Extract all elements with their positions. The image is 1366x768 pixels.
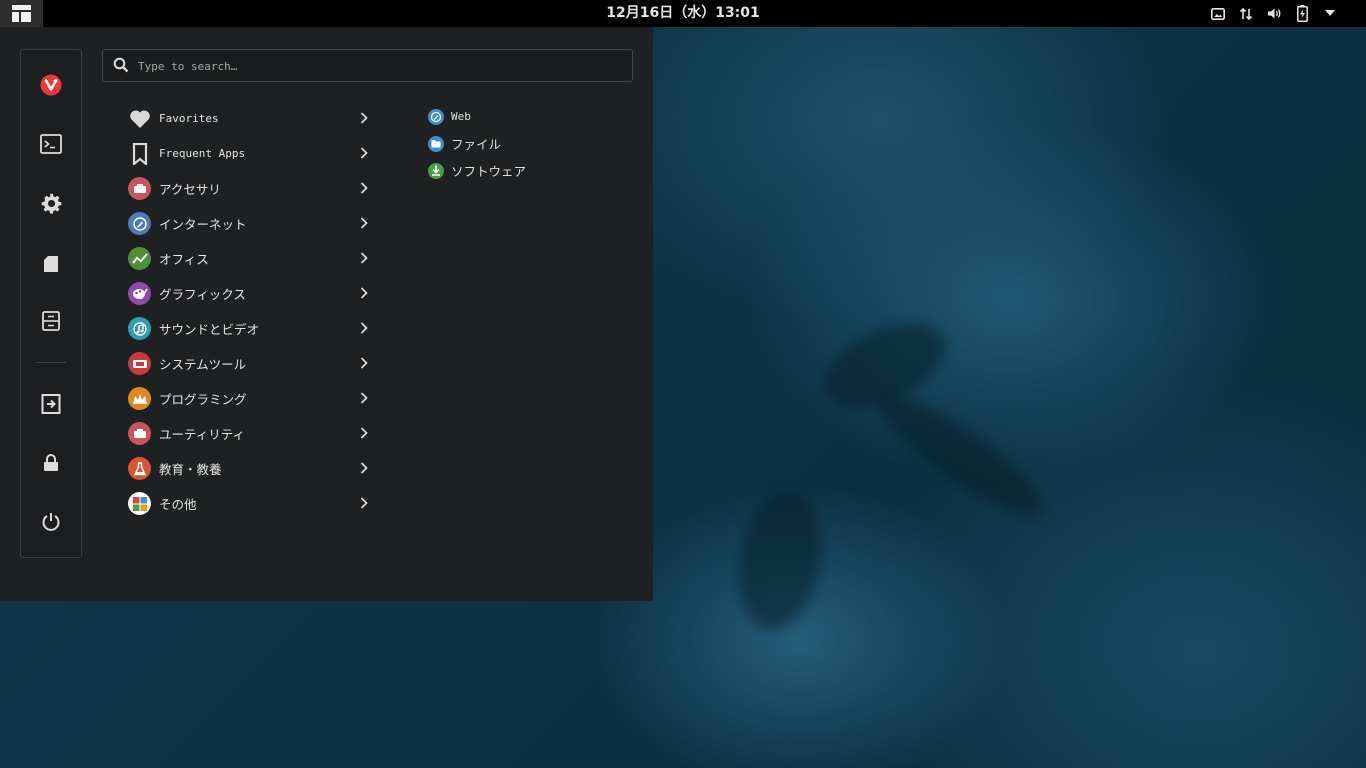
clock[interactable]: 12月16日（水）13:01 bbox=[0, 0, 1366, 27]
web-browser-icon bbox=[428, 108, 444, 125]
chevron-right-icon bbox=[360, 427, 368, 439]
chevron-right-icon bbox=[360, 287, 368, 299]
search-icon bbox=[113, 57, 129, 73]
documents-icon bbox=[44, 256, 58, 272]
category-label: 教育・教養 bbox=[159, 462, 222, 477]
system-tools-icon bbox=[128, 352, 151, 375]
power-icon bbox=[42, 513, 60, 531]
sidebar-separator bbox=[36, 362, 66, 363]
chevron-right-icon bbox=[360, 147, 368, 159]
settings-button[interactable] bbox=[21, 183, 81, 223]
app-label: ソフトウェア bbox=[451, 164, 527, 179]
chevron-right-icon bbox=[360, 357, 368, 369]
category-frequent-apps[interactable]: Frequent Apps bbox=[128, 136, 378, 171]
screen-share-icon[interactable] bbox=[1204, 0, 1232, 27]
chevron-right-icon bbox=[360, 462, 368, 474]
logout-button[interactable] bbox=[21, 384, 81, 424]
category-label: システムツール bbox=[159, 357, 247, 372]
search-box[interactable] bbox=[102, 49, 633, 82]
files-icon bbox=[428, 135, 444, 152]
category-label: Frequent Apps bbox=[159, 147, 246, 160]
lock-icon bbox=[44, 454, 58, 471]
category-office[interactable]: オフィス bbox=[128, 241, 378, 276]
network-transfer-icon[interactable] bbox=[1232, 0, 1260, 27]
terminal-icon bbox=[40, 134, 62, 154]
lock-button[interactable] bbox=[21, 443, 81, 483]
logout-icon bbox=[41, 394, 61, 414]
app-label: Web bbox=[451, 110, 471, 123]
chevron-right-icon bbox=[360, 252, 368, 264]
category-label: グラフィックス bbox=[159, 287, 246, 302]
file-cabinet-button[interactable] bbox=[21, 301, 81, 341]
app-software[interactable]: ソフトウェア bbox=[428, 157, 526, 184]
graphics-icon bbox=[128, 282, 151, 305]
category-label: サウンドとビデオ bbox=[159, 322, 260, 337]
activities-button[interactable] bbox=[0, 0, 43, 27]
app-files[interactable]: ファイル bbox=[428, 130, 526, 157]
category-label: アクセサリ bbox=[159, 182, 221, 197]
utilities-icon bbox=[128, 422, 151, 445]
power-button[interactable] bbox=[21, 502, 81, 542]
category-label: その他 bbox=[159, 497, 197, 512]
heart-icon bbox=[128, 107, 151, 130]
category-list: Favorites Frequent Apps アクセサリ インターネット オフ… bbox=[128, 101, 378, 521]
accessories-icon bbox=[128, 177, 151, 200]
category-label: ユーティリティ bbox=[159, 427, 246, 442]
office-icon bbox=[128, 247, 151, 270]
education-icon bbox=[128, 457, 151, 480]
search-input[interactable] bbox=[136, 54, 620, 78]
category-label: プログラミング bbox=[159, 392, 247, 407]
system-tray bbox=[1204, 0, 1344, 27]
internet-icon bbox=[128, 212, 151, 235]
chevron-right-icon bbox=[360, 322, 368, 334]
volume-icon[interactable] bbox=[1260, 0, 1288, 27]
chevron-right-icon bbox=[360, 392, 368, 404]
system-menu-arrow-icon[interactable] bbox=[1316, 0, 1344, 27]
terminal-button[interactable] bbox=[21, 124, 81, 164]
chevron-right-icon bbox=[360, 217, 368, 229]
file-cabinet-icon bbox=[42, 311, 60, 331]
settings-gear-icon bbox=[41, 193, 61, 213]
chevron-right-icon bbox=[360, 182, 368, 194]
wallpaper-shape bbox=[728, 484, 832, 636]
top-bar: 12月16日（水）13:01 bbox=[0, 0, 1366, 27]
category-label: Favorites bbox=[159, 112, 219, 125]
sound-video-icon bbox=[128, 317, 151, 340]
category-other[interactable]: その他 bbox=[128, 486, 378, 521]
category-graphics[interactable]: グラフィックス bbox=[128, 276, 378, 311]
category-label: オフィス bbox=[159, 252, 209, 267]
app-list: Web ファイル ソフトウェア bbox=[428, 103, 526, 184]
category-accessories[interactable]: アクセサリ bbox=[128, 171, 378, 206]
wallpaper-shape bbox=[863, 377, 1057, 533]
category-favorites[interactable]: Favorites bbox=[128, 101, 378, 136]
bookmark-icon bbox=[128, 142, 151, 165]
menu-sidebar bbox=[20, 49, 82, 558]
category-utilities[interactable]: ユーティリティ bbox=[128, 416, 378, 451]
category-internet[interactable]: インターネット bbox=[128, 206, 378, 241]
applications-menu: Favorites Frequent Apps アクセサリ インターネット bbox=[0, 27, 653, 601]
app-label: ファイル bbox=[451, 137, 502, 152]
app-grid-icon bbox=[12, 5, 31, 22]
battery-charging-icon[interactable] bbox=[1288, 0, 1316, 27]
app-web[interactable]: Web bbox=[428, 103, 526, 130]
chevron-right-icon bbox=[360, 112, 368, 124]
category-label: インターネット bbox=[159, 217, 247, 232]
vivaldi-button[interactable] bbox=[21, 65, 81, 105]
software-icon bbox=[428, 162, 444, 179]
documents-button[interactable] bbox=[21, 244, 81, 284]
category-programming[interactable]: プログラミング bbox=[128, 381, 378, 416]
programming-icon bbox=[128, 387, 151, 410]
chevron-right-icon bbox=[360, 497, 368, 509]
vivaldi-icon bbox=[40, 74, 62, 96]
category-education[interactable]: 教育・教養 bbox=[128, 451, 378, 486]
category-sound-video[interactable]: サウンドとビデオ bbox=[128, 311, 378, 346]
category-system-tools[interactable]: システムツール bbox=[128, 346, 378, 381]
other-icon bbox=[128, 492, 151, 515]
